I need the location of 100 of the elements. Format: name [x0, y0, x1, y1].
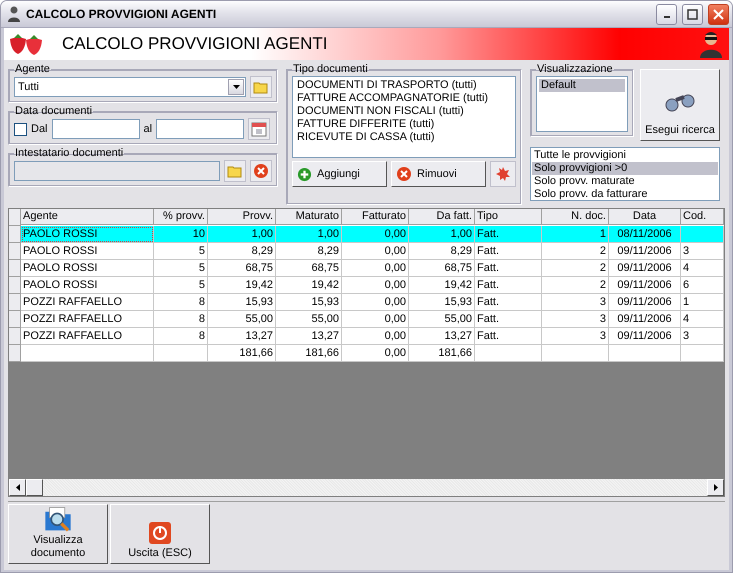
- table-cell: 55,00: [409, 311, 475, 328]
- table-cell: 8: [154, 294, 208, 311]
- table-cell: 181,66: [208, 345, 276, 362]
- add-button[interactable]: Aggiungi: [292, 161, 387, 187]
- table-cell: 2: [542, 277, 609, 294]
- window-title: CALCOLO PROVVIGIONI AGENTI: [26, 7, 218, 21]
- table-cell: PAOLO ROSSI: [21, 277, 154, 294]
- column-header[interactable]: Cod.: [681, 209, 724, 225]
- table-cell: 10: [154, 226, 208, 243]
- close-button[interactable]: [708, 4, 729, 24]
- clear-button[interactable]: [250, 160, 272, 182]
- binoculars-icon: [664, 92, 696, 112]
- list-item[interactable]: Solo provvigioni >0: [532, 162, 718, 175]
- table-cell: [154, 345, 208, 362]
- table-cell: Fatt.: [475, 226, 542, 243]
- row-header[interactable]: [9, 345, 21, 362]
- column-header[interactable]: Provv.: [208, 209, 276, 225]
- list-item[interactable]: Default: [539, 79, 625, 92]
- exit-button[interactable]: Uscita (ESC): [110, 504, 210, 564]
- horizontal-scrollbar[interactable]: [9, 479, 724, 496]
- table-cell: 0,00: [342, 345, 409, 362]
- list-item[interactable]: DOCUMENTI DI TRASPORTO (tutti): [295, 79, 513, 92]
- column-header[interactable]: Data: [609, 209, 681, 225]
- checkbox[interactable]: [14, 122, 27, 136]
- document-type-list[interactable]: DOCUMENTI DI TRASPORTO (tutti) FATTURE ACCOMPAGNATORIE (tutti) DOCUMENTI NON FISCALI (tutti) FATTURE DIFFERITE (tutti) RICEVUTE DI CASSA (tutti): [292, 76, 516, 158]
- table-cell: Fatt.: [475, 243, 542, 260]
- list-item[interactable]: FATTURE ACCOMPAGNATORIE (tutti): [295, 92, 513, 105]
- table-cell: 0,00: [342, 311, 409, 328]
- column-header[interactable]: Agente: [21, 209, 154, 225]
- view-document-button[interactable]: Visualizza documento: [8, 504, 108, 564]
- table-cell: 13,27: [208, 328, 276, 345]
- row-header[interactable]: [9, 243, 21, 260]
- holder-field[interactable]: [14, 161, 220, 181]
- row-header[interactable]: [9, 311, 21, 328]
- agent-dropdown[interactable]: Tutti: [14, 77, 246, 97]
- right-arrow-icon: [714, 484, 718, 491]
- table-cell: 5: [154, 277, 208, 294]
- column-header[interactable]: Maturato: [276, 209, 342, 225]
- date-from-field[interactable]: [52, 119, 140, 139]
- table-cell: 181,66: [276, 345, 342, 362]
- table-cell: 4: [681, 260, 724, 277]
- table-cell: 5: [154, 260, 208, 277]
- table-cell: 15,93: [208, 294, 276, 311]
- table-cell: 3: [542, 294, 609, 311]
- table-cell: 68,75: [208, 260, 276, 277]
- table-cell: 3: [681, 328, 724, 345]
- reset-button[interactable]: [490, 161, 516, 187]
- table-cell: 3: [542, 311, 609, 328]
- minimize-button[interactable]: [656, 4, 677, 24]
- date-to-field[interactable]: [156, 119, 244, 139]
- table-cell: 15,93: [276, 294, 342, 311]
- group-label: Tipo documenti: [292, 63, 369, 75]
- splat-icon: [495, 166, 511, 182]
- column-header[interactable]: Da fatt.: [409, 209, 475, 225]
- table-cell: 09/11/2006: [609, 294, 681, 311]
- list-item[interactable]: Solo provv. da fatturare: [532, 188, 718, 201]
- search-button[interactable]: Esegui ricerca: [640, 69, 720, 141]
- list-item[interactable]: Solo provv. maturate: [532, 175, 718, 188]
- table-cell: PAOLO ROSSI: [21, 226, 154, 243]
- list-item[interactable]: Tutte le provvigioni: [532, 149, 718, 162]
- column-header[interactable]: N. doc.: [542, 209, 609, 225]
- column-header[interactable]: % provv.: [154, 209, 208, 225]
- row-header[interactable]: [9, 294, 21, 311]
- browse-button[interactable]: [224, 160, 246, 182]
- folder-icon: [253, 80, 269, 94]
- table-cell: [681, 345, 724, 362]
- column-header[interactable]: Tipo: [475, 209, 542, 225]
- table-cell: 181,66: [409, 345, 475, 362]
- table-cell: 09/11/2006: [609, 277, 681, 294]
- scroll-thumb[interactable]: [26, 479, 43, 496]
- row-header[interactable]: [9, 328, 21, 345]
- filter-list[interactable]: Tutte le provvigioni Solo provvigioni >0 Solo provv. maturate Solo provv. da fatturare: [530, 147, 720, 201]
- table-cell: 8: [154, 328, 208, 345]
- table-cell: 2: [542, 260, 609, 277]
- browse-button[interactable]: [250, 76, 272, 98]
- close-icon: [713, 8, 724, 20]
- column-header[interactable]: Fatturato: [342, 209, 409, 225]
- table-cell: 55,00: [276, 311, 342, 328]
- corner-header: [9, 209, 21, 226]
- view-list[interactable]: Default: [536, 76, 628, 132]
- table-cell: [609, 345, 681, 362]
- maximize-button[interactable]: [682, 4, 703, 24]
- list-item[interactable]: RICEVUTE DI CASSA (tutti): [295, 131, 513, 144]
- row-header[interactable]: [9, 277, 21, 294]
- folder-icon: [227, 164, 243, 178]
- calendar-button[interactable]: [248, 118, 270, 140]
- table-cell: 09/11/2006: [609, 243, 681, 260]
- table-cell: Fatt.: [475, 277, 542, 294]
- table-cell: 09/11/2006: [609, 311, 681, 328]
- table-cell: 1: [681, 294, 724, 311]
- table-cell: 13,27: [409, 328, 475, 345]
- row-header[interactable]: [9, 260, 21, 277]
- remove-button[interactable]: Rimuovi: [391, 161, 486, 187]
- list-item[interactable]: FATTURE DIFFERITE (tutti): [295, 118, 513, 131]
- table-cell: 1,00: [208, 226, 276, 243]
- table-cell: 09/11/2006: [609, 260, 681, 277]
- table-cell: 19,42: [409, 277, 475, 294]
- table-cell: [542, 345, 609, 362]
- row-header[interactable]: [9, 226, 21, 243]
- list-item[interactable]: DOCUMENTI NON FISCALI (tutti): [295, 105, 513, 118]
